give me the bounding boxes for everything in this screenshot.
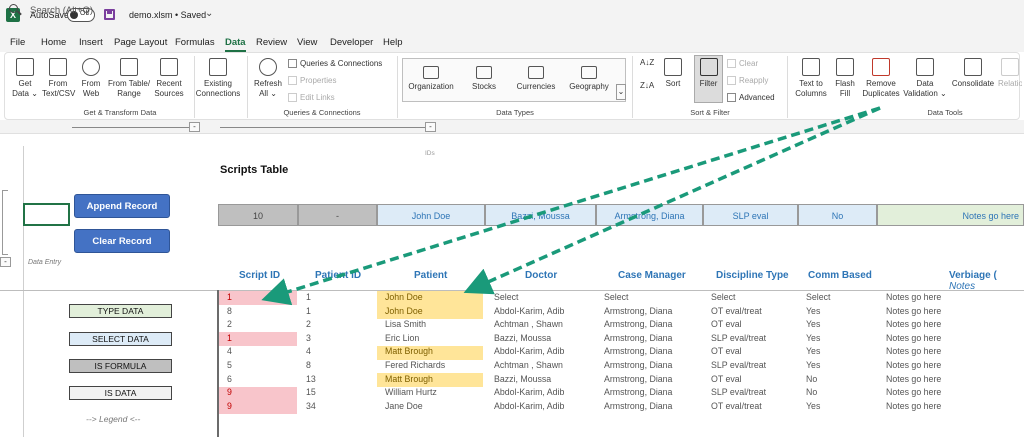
arrow-to-patient bbox=[463, 106, 881, 295]
arrow-to-script-id bbox=[261, 106, 881, 306]
annotation-arrows bbox=[261, 106, 881, 306]
